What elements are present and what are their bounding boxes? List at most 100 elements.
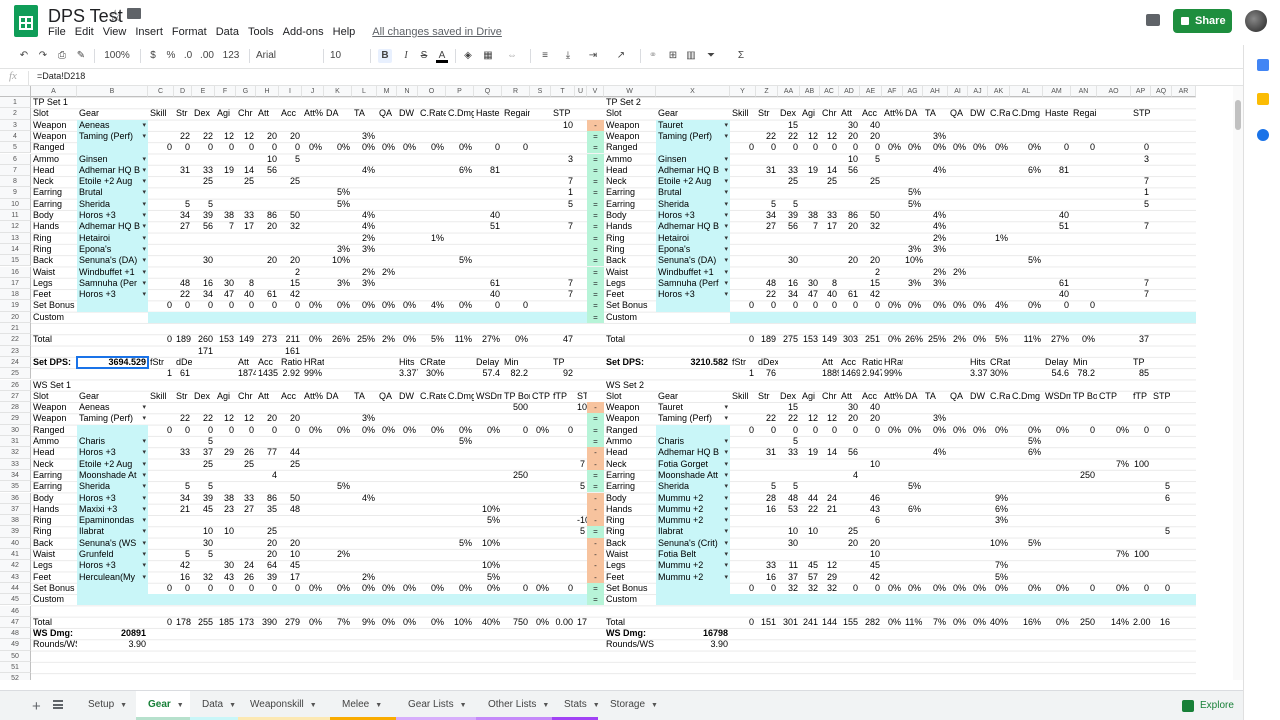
stat-cell[interactable]: 20 bbox=[256, 221, 279, 232]
column-label[interactable]: Regain bbox=[502, 108, 530, 119]
stat-cell[interactable]: 25 bbox=[820, 176, 839, 187]
stat-cell[interactable]: 0 bbox=[820, 300, 839, 311]
column-label[interactable]: fTP bbox=[551, 391, 575, 402]
column-label[interactable]: Acc bbox=[860, 391, 882, 402]
stat-cell[interactable]: 40 bbox=[1043, 289, 1071, 300]
stat-cell[interactable]: 4% bbox=[923, 447, 948, 458]
total-cell[interactable]: 26% bbox=[903, 334, 923, 345]
column-header[interactable]: E bbox=[192, 86, 215, 97]
column-label[interactable]: Chr bbox=[820, 391, 839, 402]
menu-add-ons[interactable]: Add-ons bbox=[283, 26, 324, 40]
column-header[interactable]: V bbox=[587, 86, 604, 97]
total-cell[interactable]: 241 bbox=[800, 617, 820, 628]
stat-cell[interactable]: 22 bbox=[800, 504, 820, 515]
stat-cell[interactable]: 0% bbox=[923, 142, 948, 153]
row-header[interactable]: 24 bbox=[0, 356, 31, 369]
column-label[interactable]: QA bbox=[948, 391, 968, 402]
total-cell[interactable]: 282 bbox=[860, 617, 882, 628]
stat-cell[interactable]: 10% bbox=[474, 504, 502, 515]
stat-cell[interactable]: 56 bbox=[839, 165, 860, 176]
column-label[interactable]: WSDmg bbox=[1043, 391, 1071, 402]
gear-select[interactable]: Sherida bbox=[77, 199, 148, 210]
column-label[interactable]: Att bbox=[256, 391, 279, 402]
total-cell[interactable]: 211 bbox=[279, 334, 302, 345]
stat-cell[interactable]: 0% bbox=[418, 425, 446, 436]
slot-label[interactable]: Ammo bbox=[31, 154, 77, 165]
stat-cell[interactable]: 20 bbox=[279, 131, 302, 142]
column-header[interactable]: AE bbox=[860, 86, 882, 97]
stat-cell[interactable]: 0% bbox=[923, 583, 948, 594]
slot-label[interactable]: Hands bbox=[604, 504, 656, 515]
set-title[interactable]: TP Set 1 bbox=[31, 97, 148, 108]
slot-label[interactable]: Weapon bbox=[604, 413, 656, 424]
stat-cell[interactable]: 7% bbox=[1097, 459, 1131, 470]
total-cell[interactable]: 0 bbox=[148, 617, 174, 628]
stat-cell[interactable]: 9% bbox=[988, 493, 1010, 504]
total-cell[interactable]: 2.00 bbox=[1131, 617, 1151, 628]
stat-cell[interactable]: 2% bbox=[377, 267, 397, 278]
slot-label[interactable]: Earring bbox=[604, 187, 656, 198]
stat-label[interactable]: CRate bbox=[988, 357, 1010, 368]
total-cell[interactable]: 178 bbox=[174, 617, 192, 628]
stat-cell[interactable]: 0 bbox=[1071, 142, 1097, 153]
gear-select[interactable]: Adhemar HQ B bbox=[77, 165, 148, 176]
stat-cell[interactable]: 10 bbox=[575, 402, 587, 413]
slot-label[interactable]: Ring bbox=[604, 515, 656, 526]
stat-cell[interactable]: 12 bbox=[820, 560, 839, 571]
row-header[interactable]: 5 bbox=[0, 142, 31, 154]
stat-cell[interactable]: 22 bbox=[192, 413, 215, 424]
total-cell[interactable]: 27% bbox=[474, 334, 502, 345]
stat-label[interactable]: fStr bbox=[148, 357, 174, 368]
gear-select[interactable]: Moonshade At bbox=[77, 470, 148, 481]
total-cell[interactable]: 273 bbox=[256, 334, 279, 345]
row-header[interactable]: 3 bbox=[0, 119, 31, 131]
stat-cell[interactable]: 10% bbox=[474, 538, 502, 549]
stat-cell[interactable]: 31 bbox=[756, 447, 778, 458]
row-header[interactable]: 48 bbox=[0, 628, 31, 640]
stat-cell[interactable]: 3% bbox=[352, 244, 377, 255]
stat-cell[interactable]: 0% bbox=[948, 583, 968, 594]
stat-cell[interactable]: 2 bbox=[860, 267, 882, 278]
stat-cell[interactable]: 0 bbox=[256, 300, 279, 311]
total-cell[interactable]: 0% bbox=[882, 334, 903, 345]
column-header[interactable]: C bbox=[148, 86, 174, 97]
stat-cell[interactable]: 0% bbox=[352, 425, 377, 436]
stat-cell[interactable]: 4% bbox=[352, 165, 377, 176]
stat-cell[interactable]: 50 bbox=[279, 493, 302, 504]
stat-cell[interactable]: 61 bbox=[256, 289, 279, 300]
column-label[interactable]: Str bbox=[174, 108, 192, 119]
stat-cell[interactable]: 7 bbox=[551, 176, 575, 187]
gear-select[interactable]: Fotia Gorget bbox=[656, 459, 730, 470]
stat-cell[interactable]: 31 bbox=[756, 165, 778, 176]
stat-value[interactable]: 3.377 bbox=[397, 368, 418, 379]
stat-cell[interactable]: 3% bbox=[923, 278, 948, 289]
total-cell[interactable]: 173 bbox=[236, 617, 256, 628]
row-header[interactable]: 31 bbox=[0, 436, 31, 448]
stat-cell[interactable]: 0 bbox=[502, 142, 530, 153]
stat-cell[interactable]: 0% bbox=[988, 142, 1010, 153]
column-label[interactable]: fTP bbox=[1131, 391, 1151, 402]
stat-cell[interactable]: 0 bbox=[256, 583, 279, 594]
stat-cell[interactable]: 37 bbox=[778, 572, 800, 583]
total-cell[interactable]: 5% bbox=[988, 334, 1010, 345]
column-label[interactable]: DA bbox=[903, 108, 923, 119]
stat-cell[interactable]: 33 bbox=[192, 165, 215, 176]
total-cell[interactable]: 185 bbox=[215, 617, 236, 628]
save-status[interactable]: All changes saved in Drive bbox=[372, 26, 502, 40]
stat-cell[interactable]: 33 bbox=[174, 447, 192, 458]
font-select[interactable]: Arial bbox=[256, 49, 316, 63]
stat-cell[interactable]: 0% bbox=[1010, 583, 1043, 594]
stat-cell[interactable]: 12 bbox=[236, 413, 256, 424]
column-label[interactable]: C.Rate bbox=[418, 108, 446, 119]
slot-label[interactable]: Weapon bbox=[31, 131, 77, 142]
stat-cell[interactable]: 0 bbox=[860, 425, 882, 436]
stat-cell[interactable]: 500 bbox=[502, 402, 530, 413]
row-header[interactable]: 23 bbox=[0, 345, 31, 357]
stat-cell[interactable]: 0% bbox=[968, 142, 988, 153]
total-cell[interactable]: 0% bbox=[502, 334, 530, 345]
stat-value[interactable]: 57.4 bbox=[474, 368, 502, 379]
total-cell[interactable]: 2% bbox=[377, 334, 397, 345]
borders-icon[interactable]: ▦ bbox=[482, 49, 494, 63]
stat-cell[interactable]: 0% bbox=[397, 583, 418, 594]
column-header[interactable]: L bbox=[352, 86, 377, 97]
